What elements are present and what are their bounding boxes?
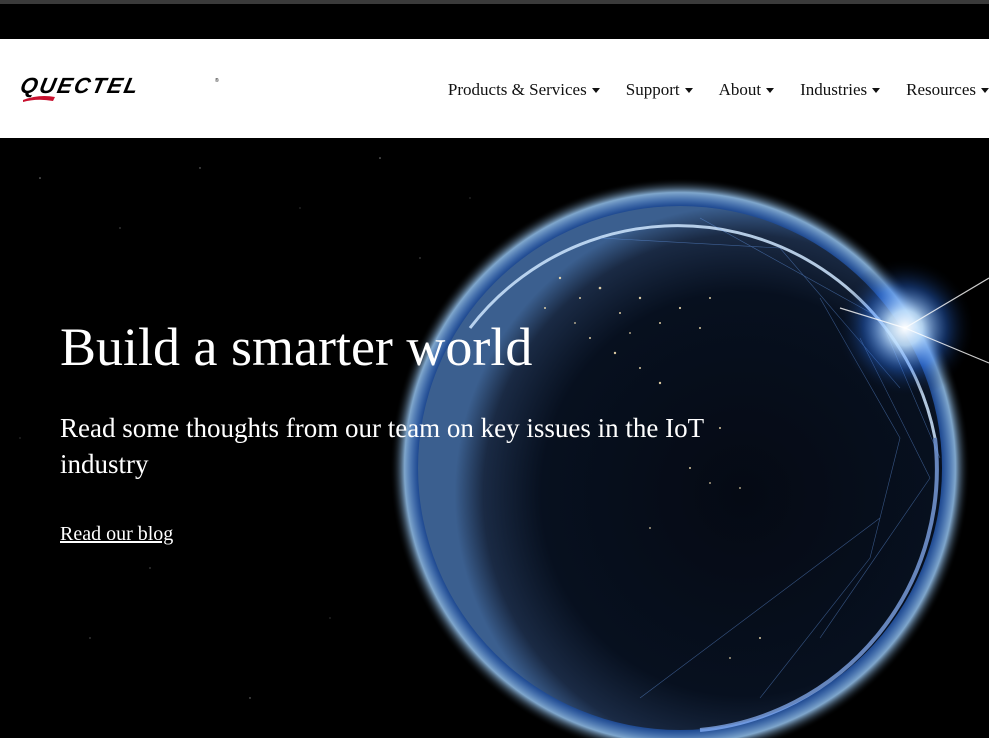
nav-products-services[interactable]: Products & Services: [448, 80, 600, 100]
nav-support[interactable]: Support: [626, 80, 693, 100]
nav-resources-label: Resources: [906, 80, 976, 99]
caret-down-icon: [684, 88, 693, 93]
nav-industries-label: Industries: [800, 80, 868, 99]
logo-wordmark: QUECTEL: [19, 75, 142, 98]
caret-down-icon: [766, 88, 775, 93]
read-blog-link[interactable]: Read our blog: [60, 523, 173, 546]
nav-resources[interactable]: Resources: [906, 80, 989, 100]
hero-banner: Build a smarter world Read some thoughts…: [0, 138, 989, 738]
site-header: QUECTEL ® Products & Services Support Ab…: [0, 39, 989, 138]
quectel-logo-icon: QUECTEL ®: [18, 73, 219, 102]
nav-support-label: Support: [625, 80, 680, 99]
hero-title: Build a smarter world: [60, 317, 533, 377]
nav-products-services-label: Products & Services: [447, 80, 587, 99]
top-black-bar: [0, 0, 989, 39]
nav-industries[interactable]: Industries: [800, 80, 881, 100]
caret-down-icon: [981, 88, 989, 93]
bottom-divider: [0, 738, 989, 742]
caret-down-icon: [591, 88, 600, 93]
quectel-logo[interactable]: QUECTEL ®: [18, 73, 224, 105]
nav-about[interactable]: About: [719, 80, 775, 100]
svg-text:®: ®: [215, 77, 219, 84]
nav-about-label: About: [718, 80, 762, 99]
hero-subtitle: Read some thoughts from our team on key …: [60, 413, 704, 479]
caret-down-icon: [872, 88, 881, 93]
main-nav: Products & Services Support About Indust…: [448, 79, 989, 101]
